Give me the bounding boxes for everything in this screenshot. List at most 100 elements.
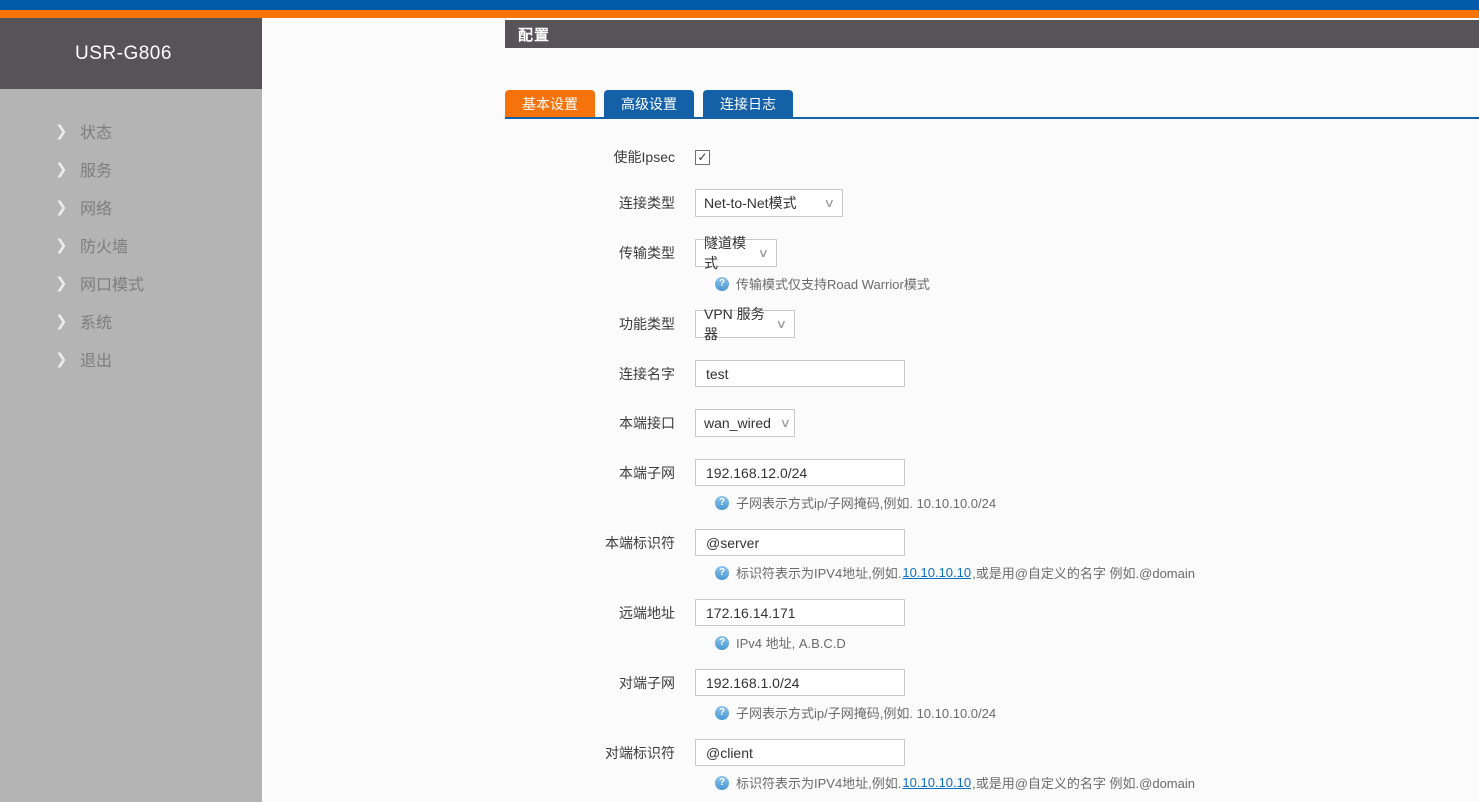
hint-text: 子网表示方式ip/子网掩码,例如. 10.10.10.0/24 [736,703,996,722]
tab-label: 连接日志 [720,94,776,114]
form-row-function-type: 功能类型 VPN 服务器 [505,310,1479,338]
sidebar-item-label: 状态 [80,119,112,143]
help-icon [715,776,729,790]
form-row-transport-type: 传输类型 隧道模式 传输模式仅支持Road Warrior模式 [505,239,1479,293]
field-label: 传输类型 [505,243,695,263]
sidebar: USR-G806 状态 服务 网络 防火墙 网口模式 系统 退出 [0,18,262,802]
tab-bar: 基本设置 高级设置 连接日志 [505,90,1479,119]
form-row-remote-address: 远端地址 IPv4 地址, A.B.C.D [505,599,1479,652]
form-row-connection-type: 连接类型 Net-to-Net模式 [505,189,1479,217]
help-icon [715,636,729,650]
tab-connection-log[interactable]: 连接日志 [703,90,793,117]
ipsec-settings-form: 使能Ipsec 连接类型 Net-to-Net模式 [505,119,1479,792]
hint-text: ,或是用@自定义的名字 例如.@domain [972,773,1195,792]
help-icon [715,277,729,291]
field-label: 本端接口 [505,413,695,433]
field-hint: 标识符表示为IPV4地址,例如. 10.10.10.10,或是用@自定义的名字 … [715,563,1479,582]
tab-basic-settings[interactable]: 基本设置 [505,90,595,117]
select-value: Net-to-Net模式 [704,193,797,213]
sidebar-item-label: 系统 [80,309,112,333]
hint-link[interactable]: 10.10.10.10 [902,565,971,580]
chevron-right-icon [55,160,80,178]
chevron-right-icon [55,350,80,368]
local-interface-select[interactable]: wan_wired [695,409,795,437]
chevron-down-icon [780,416,791,430]
chevron-down-icon [776,317,787,331]
hint-text: 标识符表示为IPV4地址,例如. [736,773,901,792]
top-accent-bar-orange [0,10,1479,18]
form-row-local-identifier: 本端标识符 标识符表示为IPV4地址,例如. 10.10.10.10,或是用@自… [505,529,1479,582]
connection-name-input[interactable] [695,360,905,387]
page-title: 配置 [518,24,550,45]
local-subnet-input[interactable] [695,459,905,486]
help-icon [715,566,729,580]
field-label: 使能Ipsec [505,147,695,167]
sidebar-item-firewall[interactable]: 防火墙 [0,226,262,264]
check-icon [697,151,707,163]
function-type-select[interactable]: VPN 服务器 [695,310,795,338]
tab-label: 基本设置 [522,94,578,114]
chevron-right-icon [55,274,80,292]
chevron-down-icon [758,246,769,260]
sidebar-item-label: 网络 [80,195,112,219]
device-title: USR-G806 [0,18,262,89]
form-row-enable-ipsec: 使能Ipsec [505,147,1479,167]
help-icon [715,496,729,510]
field-label: 远端地址 [505,603,695,623]
sidebar-item-network[interactable]: 网络 [0,188,262,226]
field-label: 连接名字 [505,364,695,384]
field-hint: 子网表示方式ip/子网掩码,例如. 10.10.10.0/24 [715,493,1479,512]
sidebar-item-label: 服务 [80,157,112,181]
select-value: 隧道模式 [704,233,749,273]
form-row-local-subnet: 本端子网 子网表示方式ip/子网掩码,例如. 10.10.10.0/24 [505,459,1479,512]
sidebar-item-services[interactable]: 服务 [0,150,262,188]
field-label: 对端标识符 [505,743,695,763]
page-title-bar: 配置 [505,20,1479,48]
hint-text: ,或是用@自定义的名字 例如.@domain [972,563,1195,582]
peer-identifier-input[interactable] [695,739,905,766]
form-row-local-interface: 本端接口 wan_wired [505,409,1479,437]
tab-label: 高级设置 [621,94,677,114]
remote-address-input[interactable] [695,599,905,626]
field-label: 连接类型 [505,193,695,213]
field-hint: 传输模式仅支持Road Warrior模式 [715,274,1479,293]
hint-text: 传输模式仅支持Road Warrior模式 [736,274,930,293]
main-area: 配置 基本设置 高级设置 连接日志 使能Ipsec [262,18,1479,802]
chevron-down-icon [824,196,835,210]
top-accent-bar-blue [0,0,1479,10]
chevron-right-icon [55,312,80,330]
chevron-right-icon [55,236,80,254]
device-title-label: USR-G806 [75,43,172,65]
field-hint: 标识符表示为IPV4地址,例如. 10.10.10.10,或是用@自定义的名字 … [715,773,1479,792]
select-value: VPN 服务器 [704,304,767,344]
form-row-connection-name: 连接名字 [505,360,1479,387]
sidebar-item-system[interactable]: 系统 [0,302,262,340]
sidebar-item-port-mode[interactable]: 网口模式 [0,264,262,302]
connection-type-select[interactable]: Net-to-Net模式 [695,189,843,217]
enable-ipsec-checkbox[interactable] [695,150,710,165]
form-row-peer-subnet: 对端子网 子网表示方式ip/子网掩码,例如. 10.10.10.0/24 [505,669,1479,722]
sidebar-item-status[interactable]: 状态 [0,112,262,150]
field-label: 功能类型 [505,314,695,334]
transport-type-select[interactable]: 隧道模式 [695,239,777,267]
hint-link[interactable]: 10.10.10.10 [902,775,971,790]
sidebar-item-label: 防火墙 [80,233,128,257]
chevron-right-icon [55,122,80,140]
hint-text: 标识符表示为IPV4地址,例如. [736,563,901,582]
sidebar-item-logout[interactable]: 退出 [0,340,262,378]
field-label: 本端标识符 [505,533,695,553]
peer-subnet-input[interactable] [695,669,905,696]
hint-text: IPv4 地址, A.B.C.D [736,633,846,652]
field-label: 本端子网 [505,463,695,483]
sidebar-menu: 状态 服务 网络 防火墙 网口模式 系统 退出 [0,89,262,802]
hint-text: 子网表示方式ip/子网掩码,例如. 10.10.10.0/24 [736,493,996,512]
local-identifier-input[interactable] [695,529,905,556]
field-hint: 子网表示方式ip/子网掩码,例如. 10.10.10.0/24 [715,703,1479,722]
field-hint: IPv4 地址, A.B.C.D [715,633,1479,652]
tab-advanced-settings[interactable]: 高级设置 [604,90,694,117]
chevron-right-icon [55,198,80,216]
sidebar-item-label: 网口模式 [80,271,144,295]
field-label: 对端子网 [505,673,695,693]
form-row-peer-identifier: 对端标识符 标识符表示为IPV4地址,例如. 10.10.10.10,或是用@自… [505,739,1479,792]
sidebar-item-label: 退出 [80,347,112,371]
